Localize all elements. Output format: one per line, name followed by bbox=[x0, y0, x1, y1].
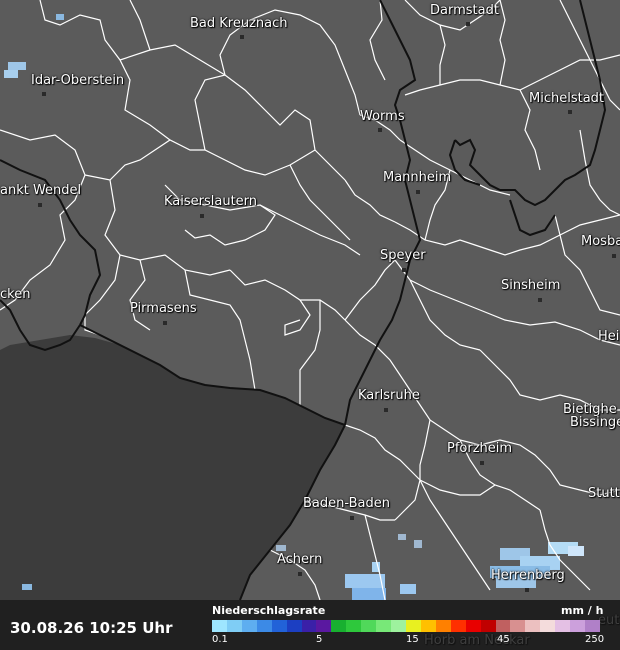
city-label-kaiserslautern: Kaiserslautern bbox=[164, 194, 258, 209]
radar-map[interactable]: Bad Kreuznach Darmstadt Idar-Oberstein Mich… bbox=[0, 0, 620, 650]
legend-tick-label: 15 bbox=[406, 634, 419, 645]
legend-swatch bbox=[555, 620, 571, 632]
city-label-michelstadt: Michelstadt bbox=[529, 91, 605, 106]
legend-swatch bbox=[376, 620, 392, 632]
city-marker-pirmasens bbox=[163, 321, 167, 325]
city-marker-mannheim bbox=[416, 190, 420, 194]
city-marker-bad-kreuznach bbox=[240, 35, 244, 39]
city-label-speyer: Speyer bbox=[380, 248, 426, 263]
legend-swatch bbox=[585, 620, 600, 632]
legend-swatch bbox=[301, 620, 317, 632]
legend-tick-label: 250 bbox=[585, 634, 605, 645]
legend-swatch bbox=[346, 620, 362, 632]
city-marker-sankt-wendel bbox=[38, 203, 42, 207]
city-marker-sinsheim bbox=[538, 298, 542, 302]
legend-swatch bbox=[331, 620, 347, 632]
city-marker-idar-oberstein bbox=[42, 92, 46, 96]
city-label-baden-baden: Baden-Baden bbox=[303, 496, 390, 511]
legend-swatch bbox=[465, 620, 481, 632]
legend-swatch bbox=[525, 620, 541, 632]
city-label-darmstadt: Darmstadt bbox=[430, 3, 499, 18]
legend-tick-label: 45 bbox=[497, 634, 510, 645]
city-marker-achern bbox=[298, 572, 302, 576]
legend-swatch bbox=[241, 620, 257, 632]
city-label-idar-oberstein: Idar-Oberstein bbox=[31, 73, 125, 88]
city-label-pforzheim: Pforzheim bbox=[447, 441, 513, 456]
legend-swatch bbox=[226, 620, 242, 632]
city-label-worms: Worms bbox=[360, 109, 405, 124]
city-label-mosbach: Mosba bbox=[581, 234, 620, 249]
legend-swatch bbox=[391, 620, 406, 632]
legend-swatch bbox=[316, 620, 332, 632]
legend-swatch bbox=[435, 620, 451, 632]
city-marker-pforzheim bbox=[480, 461, 484, 465]
city-marker-karlsruhe bbox=[384, 408, 388, 412]
city-label-bissingen: Bissinge bbox=[570, 415, 620, 430]
legend-swatch bbox=[510, 620, 526, 632]
city-marker-michelstadt bbox=[568, 110, 572, 114]
legend-swatch bbox=[495, 620, 511, 632]
legend-title: Niederschlagsrate bbox=[212, 604, 326, 617]
legend-swatch bbox=[570, 620, 586, 632]
legend-swatch bbox=[405, 620, 421, 632]
legend-swatch bbox=[212, 620, 227, 632]
city-marker-mosbach bbox=[612, 254, 616, 258]
legend-swatch bbox=[450, 620, 466, 632]
city-label-sinsheim: Sinsheim bbox=[501, 278, 561, 293]
legend-bar: 30.08.26 10:25 Uhr Niederschlagsrate mm … bbox=[0, 600, 620, 650]
city-label-heilbronn: Hei bbox=[598, 329, 620, 344]
legend-unit: mm / h bbox=[561, 604, 604, 617]
city-label-sankt-wendel: ankt Wendel bbox=[0, 183, 82, 198]
city-marker-kaiserslautern bbox=[200, 214, 204, 218]
city-marker-worms bbox=[378, 128, 382, 132]
city-label-herrenberg: Herrenberg bbox=[491, 568, 565, 583]
legend-swatch bbox=[256, 620, 272, 632]
city-marker-darmstadt bbox=[466, 22, 470, 26]
legend-tick-label: 0.1 bbox=[212, 634, 228, 645]
city-label-stuttgart: Stutt bbox=[588, 486, 620, 501]
legend-swatch bbox=[286, 620, 302, 632]
legend-swatch bbox=[480, 620, 496, 632]
city-label-pirmasens: Pirmasens bbox=[130, 301, 197, 316]
city-label-bad-kreuznach: Bad Kreuznach bbox=[190, 16, 288, 31]
legend-color-scale bbox=[212, 620, 600, 632]
timestamp: 30.08.26 10:25 Uhr bbox=[10, 619, 173, 637]
legend-swatch bbox=[361, 620, 377, 632]
city-label-karlsruhe: Karlsruhe bbox=[358, 388, 420, 403]
city-marker-speyer bbox=[402, 268, 406, 272]
legend-swatch bbox=[540, 620, 556, 632]
city-label-achern: Achern bbox=[277, 552, 323, 567]
city-marker-baden-baden bbox=[350, 516, 354, 520]
legend-swatch bbox=[420, 620, 436, 632]
city-label-homburg: cken bbox=[0, 287, 31, 302]
city-marker-herrenberg bbox=[525, 588, 529, 592]
legend-tick-label: 5 bbox=[316, 634, 323, 645]
city-label-mannheim: Mannheim bbox=[383, 170, 452, 185]
legend-swatch bbox=[271, 620, 287, 632]
